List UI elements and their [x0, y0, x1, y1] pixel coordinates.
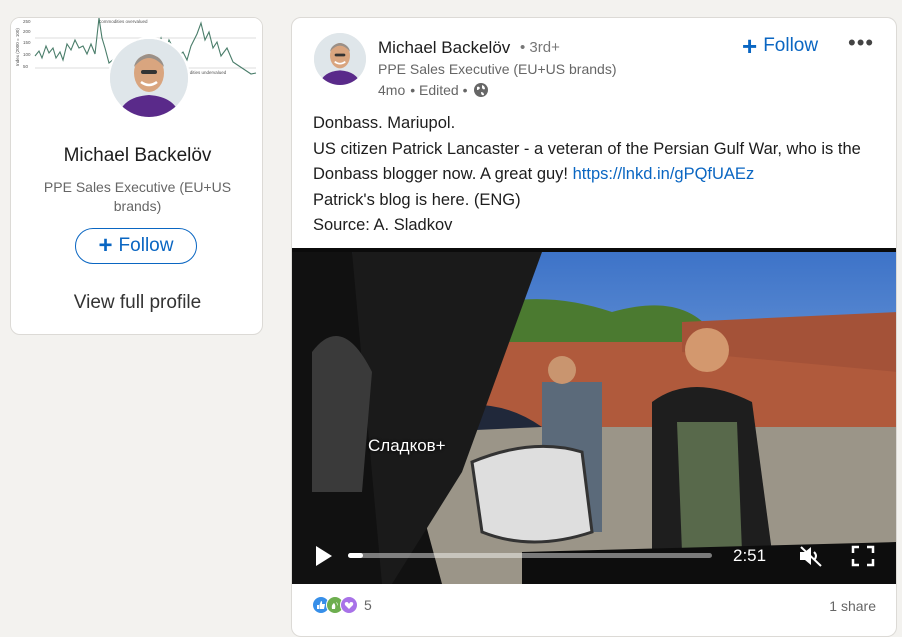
share-count[interactable]: 1 share — [829, 598, 876, 614]
profile-avatar[interactable] — [108, 37, 190, 119]
cover-ylabel: Index (2000 = 100) — [15, 28, 20, 66]
post-card: Michael Backelöv • 3rd+ PPE Sales Execut… — [291, 17, 897, 637]
author-name[interactable]: Michael Backelöv — [378, 38, 510, 58]
plus-icon: + — [98, 232, 113, 259]
cover-ytick: 100 — [23, 52, 31, 57]
post-meta: 4mo • Edited • — [378, 82, 489, 98]
avatar-portrait-icon — [314, 33, 366, 85]
follow-label: Follow — [763, 35, 819, 56]
cover-label-top: Commodities overvalued — [98, 19, 148, 24]
more-icon[interactable]: ••• — [848, 30, 874, 56]
profile-headline: PPE Sales Executive (EU+US brands) — [43, 179, 232, 214]
cover-ytick: 250 — [23, 19, 31, 24]
video-duration: 2:51 — [733, 546, 767, 565]
post-text-line: Patrick's blog is here. (ENG) — [313, 190, 521, 209]
author-headline: PPE Sales Executive (EU+US brands) — [378, 61, 617, 77]
cover-ytick: 50 — [23, 64, 29, 69]
cover-ytick: 150 — [23, 40, 31, 45]
cover-ytick: 200 — [23, 29, 31, 34]
globe-icon — [473, 83, 488, 97]
video-progress-fill — [348, 553, 363, 558]
post-text-line: Source: A. Sladkov — [313, 216, 453, 234]
profile-follow-button[interactable]: + Follow — [75, 228, 197, 264]
connection-degree: • 3rd+ — [520, 39, 560, 56]
post-link[interactable]: https://lnkd.in/gPQfUAEz — [573, 165, 755, 183]
profile-name[interactable]: Michael Backelöv — [11, 145, 262, 167]
post-edited: • Edited • — [410, 82, 468, 98]
support-icon — [340, 596, 358, 614]
video-watermark: Сладков+ — [368, 436, 446, 455]
post-text: Donbass. Mariupol. US citizen Patrick La… — [313, 111, 873, 239]
profile-card: 250 200 150 100 50 Index (2000 = 100) Co… — [10, 17, 263, 335]
author-avatar[interactable] — [314, 33, 366, 85]
video-frame[interactable] — [292, 252, 897, 584]
mute-icon[interactable] — [798, 544, 824, 568]
video-controls: 2:51 — [292, 544, 896, 574]
view-full-profile-link[interactable]: View full profile — [11, 292, 262, 314]
post-time: 4mo — [378, 82, 406, 98]
fullscreen-icon[interactable] — [850, 544, 876, 568]
reaction-count: 5 — [364, 597, 372, 613]
video-player[interactable]: Сладков+ 2:51 — [292, 248, 897, 584]
plus-icon: + — [742, 31, 758, 61]
video-progress-bar[interactable] — [348, 553, 712, 558]
play-icon[interactable] — [314, 544, 334, 568]
post-text-paragraph: US citizen Patrick Lancaster - a veteran… — [313, 137, 873, 188]
follow-label: Follow — [118, 235, 174, 256]
avatar-portrait-icon — [110, 39, 188, 117]
post-follow-button[interactable]: + Follow — [742, 33, 818, 59]
post-text-line: Donbass. Mariupol. — [313, 114, 456, 132]
reactions-summary[interactable]: 5 — [312, 596, 372, 614]
